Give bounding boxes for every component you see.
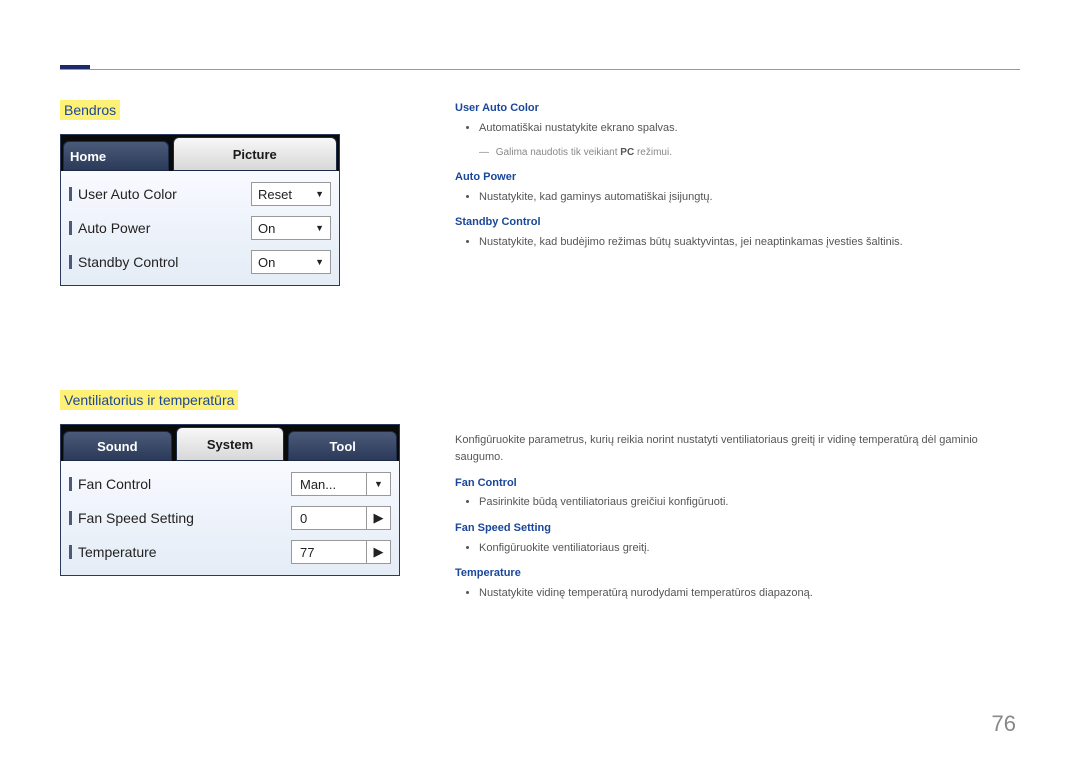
- row-user-auto-color: User Auto Color Reset ▼: [61, 177, 339, 211]
- text: Nustatykite, kad budėjimo režimas būtų s…: [479, 234, 1020, 252]
- text: Nustatykite, kad gaminys automatiškai įs…: [479, 189, 1020, 207]
- value: Reset: [258, 187, 292, 202]
- bar-icon: [69, 545, 72, 559]
- ui-screenshot-ventiliatorius: Sound System Tool Fan Control Man... ▼ F…: [60, 424, 400, 576]
- page-number: 76: [992, 711, 1016, 737]
- note-text-b: režimui.: [634, 147, 672, 158]
- row-fan-control: Fan Control Man... ▼: [61, 467, 399, 501]
- label: Fan Speed Setting: [78, 510, 291, 526]
- left-column: Bendros Home Picture User Auto Color Res…: [60, 100, 410, 576]
- label: Temperature: [78, 544, 291, 560]
- heading-auto-power: Auto Power: [455, 169, 1020, 187]
- header-accent: [60, 49, 90, 69]
- settings-list: Fan Control Man... ▼ Fan Speed Setting 0…: [61, 461, 399, 575]
- spinner-temperature[interactable]: 77 ▶: [291, 540, 391, 564]
- text: Nustatykite vidinę temperatūrą nurodydam…: [479, 585, 1020, 603]
- note-text-a: Galima naudotis tik veikiant: [496, 147, 621, 158]
- desc-ventiliatorius: Konfigūruokite parametrus, kurių reikia …: [455, 432, 1020, 603]
- bar-icon: [69, 511, 72, 525]
- chevron-down-icon: ▼: [315, 257, 324, 267]
- section-bendros: Bendros Home Picture User Auto Color Res…: [60, 100, 410, 286]
- label: Fan Control: [78, 476, 291, 492]
- value: On: [258, 221, 275, 236]
- spinner-fan-speed[interactable]: 0 ▶: [291, 506, 391, 530]
- chevron-down-icon: ▼: [315, 189, 324, 199]
- section-title-ventiliatorius: Ventiliatorius ir temperatūra: [60, 390, 238, 410]
- heading-fan-control: Fan Control: [455, 475, 1020, 493]
- desc-bendros: User Auto Color Automatiškai nustatykite…: [455, 100, 1020, 252]
- tab-home[interactable]: Home: [63, 141, 169, 171]
- dropdown-user-auto-color[interactable]: Reset ▼: [251, 182, 331, 206]
- bar-icon: [69, 187, 72, 201]
- section-ventiliatorius: Ventiliatorius ir temperatūra Sound Syst…: [60, 390, 410, 576]
- label: User Auto Color: [78, 186, 251, 202]
- tabbar: Sound System Tool: [61, 425, 399, 461]
- note-prefix: ―: [479, 147, 492, 158]
- value: 77: [292, 545, 366, 560]
- text: Konfigūruokite ventiliatoriaus greitį.: [479, 540, 1020, 558]
- heading-standby-control: Standby Control: [455, 214, 1020, 232]
- tab-sound[interactable]: Sound: [63, 431, 172, 461]
- dropdown-standby-control[interactable]: On ▼: [251, 250, 331, 274]
- note-pc-mode: ― Galima naudotis tik veikiant PC režimu…: [479, 145, 1020, 161]
- text: Pasirinkite būdą ventiliatoriaus greičiu…: [479, 494, 1020, 512]
- value: On: [258, 255, 275, 270]
- label: Standby Control: [78, 254, 251, 270]
- chevron-right-icon: ▶: [366, 507, 390, 529]
- note-pc: PC: [620, 147, 634, 158]
- heading-fan-speed: Fan Speed Setting: [455, 520, 1020, 538]
- row-temperature: Temperature 77 ▶: [61, 535, 399, 569]
- label: Auto Power: [78, 220, 251, 236]
- dropdown-auto-power[interactable]: On ▼: [251, 216, 331, 240]
- tab-tool[interactable]: Tool: [288, 431, 397, 461]
- tabbar: Home Picture: [61, 135, 339, 171]
- bar-icon: [69, 221, 72, 235]
- intro-text: Konfigūruokite parametrus, kurių reikia …: [455, 432, 1020, 467]
- row-standby-control: Standby Control On ▼: [61, 245, 339, 279]
- chevron-right-icon: ▶: [366, 541, 390, 563]
- text: Automatiškai nustatykite ekrano spalvas.: [479, 120, 1020, 138]
- heading-temperature: Temperature: [455, 565, 1020, 583]
- right-column: User Auto Color Automatiškai nustatykite…: [455, 100, 1020, 610]
- chevron-down-icon: ▼: [366, 473, 390, 495]
- chevron-down-icon: ▼: [315, 223, 324, 233]
- settings-list: User Auto Color Reset ▼ Auto Power On ▼: [61, 171, 339, 285]
- bar-icon: [69, 477, 72, 491]
- row-fan-speed: Fan Speed Setting 0 ▶: [61, 501, 399, 535]
- section-title-bendros: Bendros: [60, 100, 120, 120]
- dropdown-fan-control[interactable]: Man... ▼: [291, 472, 391, 496]
- heading-user-auto-color: User Auto Color: [455, 100, 1020, 118]
- header-rule: [60, 69, 1020, 70]
- value: 0: [292, 511, 366, 526]
- tab-picture[interactable]: Picture: [173, 137, 338, 171]
- value: Man...: [292, 477, 366, 492]
- tab-system[interactable]: System: [176, 427, 285, 461]
- ui-screenshot-bendros: Home Picture User Auto Color Reset ▼ Aut…: [60, 134, 340, 286]
- bar-icon: [69, 255, 72, 269]
- row-auto-power: Auto Power On ▼: [61, 211, 339, 245]
